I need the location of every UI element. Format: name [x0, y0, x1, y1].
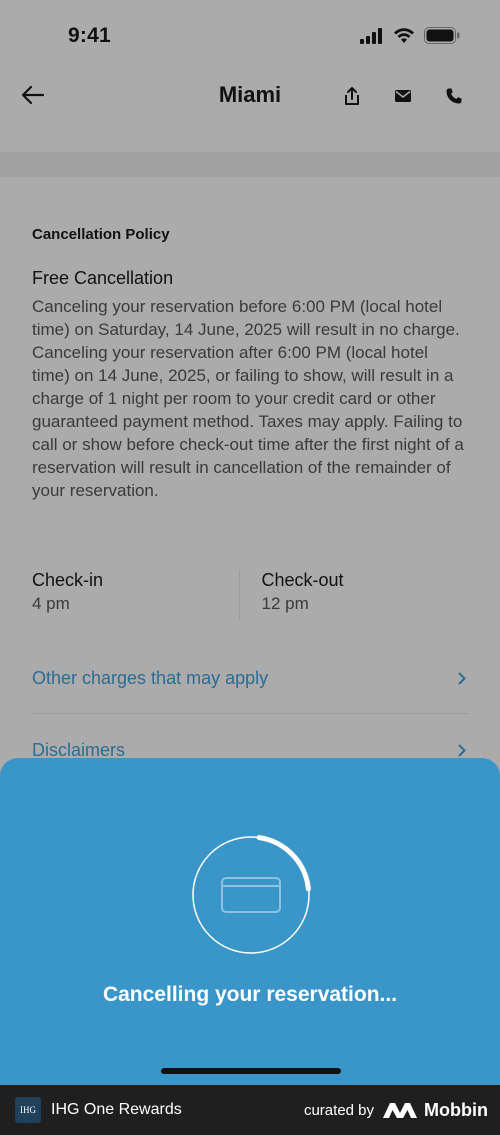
share-icon — [345, 87, 359, 105]
nav-bar: Miami — [0, 70, 500, 126]
chevron-right-icon — [456, 672, 468, 686]
email-button[interactable] — [391, 84, 415, 108]
section-divider — [0, 152, 500, 177]
battery-icon — [424, 27, 460, 44]
mobbin-icon — [383, 1103, 418, 1118]
mail-icon — [395, 90, 411, 102]
status-icons — [360, 27, 460, 44]
other-charges-link[interactable]: Other charges that may apply — [32, 644, 468, 714]
credit-card-icon — [221, 877, 281, 913]
phone-icon — [446, 88, 462, 104]
checkin-value: 4 pm — [32, 594, 70, 613]
loading-spinner — [192, 835, 311, 954]
chevron-right-icon — [456, 743, 468, 757]
wifi-icon — [394, 27, 414, 43]
share-button[interactable] — [340, 84, 364, 108]
checkin-label: Check-in — [32, 570, 104, 590]
footer-bar: IHG IHG One Rewards curated by Mobbin — [0, 1085, 500, 1135]
curated-by-label: curated by — [303, 1101, 375, 1119]
home-indicator — [161, 1068, 341, 1074]
checkout-block: Check-out 12 pm — [238, 570, 469, 620]
ihg-logo: IHG — [15, 1097, 41, 1123]
policy-heading: Free Cancellation — [32, 268, 174, 288]
link-label: Other charges that may apply — [32, 668, 269, 688]
footer-brand: IHG One Rewards — [51, 1101, 182, 1118]
page-title: Miami — [218, 82, 282, 107]
checkout-value: 12 pm — [261, 594, 309, 613]
footer-brand-group: IHG IHG One Rewards — [15, 1097, 182, 1123]
cellular-signal-icon — [360, 27, 382, 44]
cancellation-policy: Cancellation Policy Free Cancellation Ca… — [32, 226, 468, 502]
check-times: Check-in 4 pm Check-out 12 pm — [32, 570, 468, 620]
checkout-label: Check-out — [261, 570, 344, 590]
section-title: Cancellation Policy — [32, 226, 170, 243]
footer-credit: curated by Mobbin — [304, 1100, 488, 1121]
cancelling-sheet: Cancelling your reservation... — [0, 758, 500, 1085]
policy-body: Canceling your reservation before 6:00 P… — [32, 297, 464, 500]
call-button[interactable] — [442, 84, 466, 108]
mobbin-logo: Mobbin — [382, 1100, 488, 1121]
checkin-block: Check-in 4 pm — [32, 570, 239, 620]
mobbin-label: Mobbin — [424, 1099, 488, 1120]
status-bar: 9:41 — [0, 0, 500, 70]
status-time: 9:41 — [68, 24, 111, 47]
loading-message: Cancelling your reservation... — [102, 983, 398, 1006]
